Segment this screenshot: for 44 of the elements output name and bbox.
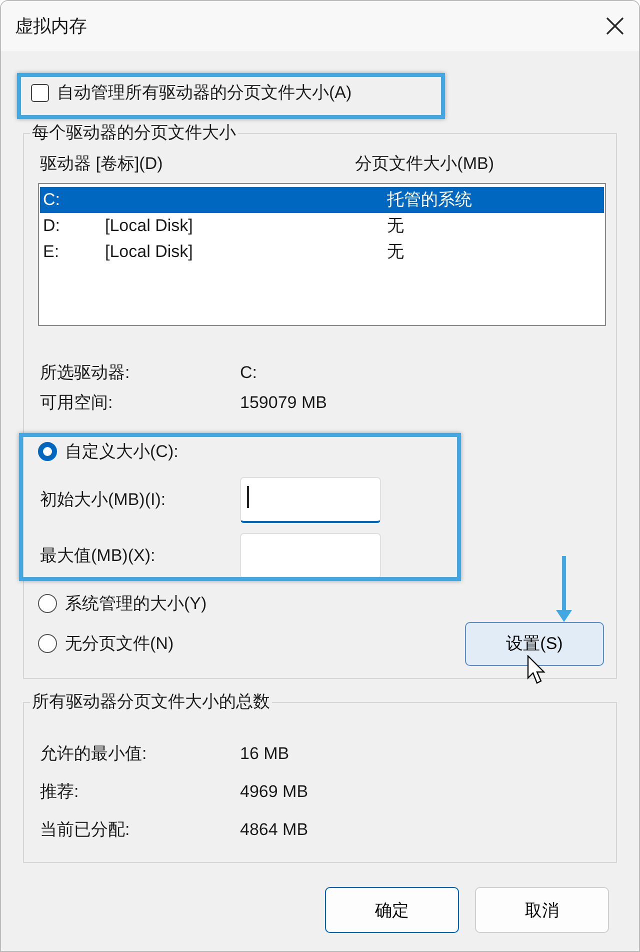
info-label: 可用空间: (40, 392, 114, 414)
list-row[interactable]: E: [Local Disk] 无 (40, 238, 604, 265)
radio-label[interactable]: 自定义大小(C): (65, 439, 178, 465)
group-title: 所有驱动器分页文件大小的总数 (31, 692, 271, 712)
field-label: 初始大小(MB)(I): (40, 489, 167, 512)
cancel-button[interactable]: 取消 (475, 887, 609, 934)
page-file-size: 无 (387, 214, 404, 237)
ok-button[interactable]: 确定 (325, 887, 459, 934)
input-field[interactable] (240, 476, 381, 523)
drive-letter: D: (43, 214, 61, 237)
list-row[interactable]: C: 托管的系统 (40, 186, 604, 213)
close-icon[interactable] (605, 16, 625, 36)
total-label: 推荐: (40, 780, 80, 803)
info-value: 159079 MB (240, 392, 327, 414)
radio-button[interactable] (38, 634, 57, 654)
radio-label[interactable]: 无分页文件(N) (65, 631, 174, 657)
drive-letter: C: (43, 188, 61, 211)
total-value: 4969 MB (240, 780, 308, 803)
arrow-icon (554, 554, 574, 624)
page-file-size: 无 (387, 240, 404, 263)
total-value: 4864 MB (240, 818, 308, 841)
radio-button[interactable] (38, 594, 57, 614)
cursor-icon (527, 655, 547, 685)
radio-label[interactable]: 系统管理的大小(Y) (65, 591, 207, 617)
total-label: 允许的最小值: (40, 742, 148, 765)
column-header: 驱动器 [卷标](D) (40, 153, 163, 176)
checkbox[interactable] (31, 84, 49, 102)
radio-button[interactable] (38, 442, 57, 462)
drive-letter: E: (43, 240, 60, 263)
window-title: 虚拟内存 (15, 14, 87, 38)
column-header: 分页文件大小(MB) (355, 153, 494, 176)
info-value: C: (240, 362, 257, 384)
info-label: 所选驱动器: (40, 362, 131, 384)
group-title: 每个驱动器的分页文件大小 (31, 123, 237, 144)
total-label: 当前已分配: (40, 818, 131, 841)
volume-label: [Local Disk] (105, 240, 194, 263)
total-value: 16 MB (240, 742, 290, 765)
checkbox-label[interactable]: 自动管理所有驱动器的分页文件大小(A) (57, 80, 352, 106)
page-file-size: 托管的系统 (387, 188, 472, 211)
input-field[interactable] (240, 532, 381, 579)
list-row[interactable]: D: [Local Disk] 无 (40, 212, 604, 239)
set-button[interactable]: 设置(S) (465, 622, 604, 666)
volume-label: [Local Disk] (105, 214, 194, 237)
field-label: 最大值(MB)(X): (40, 545, 156, 568)
